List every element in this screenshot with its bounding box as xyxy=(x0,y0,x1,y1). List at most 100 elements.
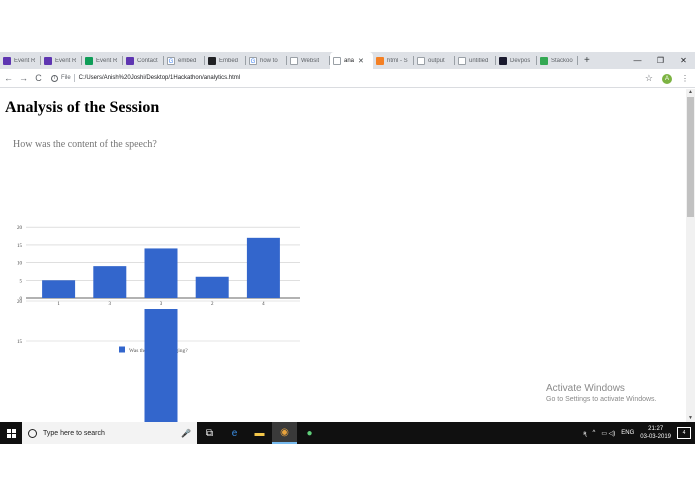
tab-title: Event R xyxy=(96,57,118,64)
scroll-up-arrow-icon[interactable]: ▲ xyxy=(686,89,695,96)
window-controls: — ❐ ✕ xyxy=(626,52,695,69)
people-icon[interactable]: ꭆ xyxy=(583,429,586,437)
y-tick-label: 10 xyxy=(17,262,23,267)
browser-tab[interactable]: Stackoo xyxy=(537,52,578,69)
windows-logo-icon xyxy=(6,428,16,438)
task-view-icon[interactable]: ⧉ xyxy=(197,422,222,444)
bar xyxy=(144,309,178,422)
profile-avatar[interactable]: A xyxy=(662,73,672,84)
chart-title: How was the content of the speech? xyxy=(13,139,157,150)
tab-favicon-icon xyxy=(417,56,425,65)
tab-favicon-icon xyxy=(458,56,466,65)
tab-title: html - S xyxy=(387,57,408,64)
taskbar: Type here to search 🎤 ⧉ e ▬ ◉ ● ꭆ ^ ▭ ◁) ENG… xyxy=(0,422,695,444)
browser-tab[interactable]: Contact xyxy=(123,52,164,69)
clock-time: 21:27 xyxy=(648,426,664,432)
tab-title: Stackoo xyxy=(551,57,573,64)
top-margin xyxy=(0,0,695,52)
y-tick-label: 20 xyxy=(17,226,23,231)
tab-title: Event R xyxy=(14,57,36,64)
back-button[interactable]: ← xyxy=(2,73,15,83)
browser-tab[interactable]: html - S xyxy=(373,52,414,69)
close-tab-icon[interactable]: ✕ xyxy=(358,57,364,65)
x-tick-label: 1 xyxy=(57,302,60,307)
tab-favicon-icon: G xyxy=(167,56,175,65)
clock[interactable]: 21:27 03-03-2019 xyxy=(640,425,671,441)
browser-tab[interactable]: Gembed xyxy=(164,52,205,69)
maximize-button[interactable]: ❐ xyxy=(649,52,672,69)
x-tick-label: 2 xyxy=(211,302,214,307)
bar xyxy=(42,280,76,298)
x-tick-label: 3 xyxy=(160,302,163,307)
notification-center-icon[interactable]: 4 xyxy=(677,427,691,439)
tab-favicon-icon xyxy=(126,56,134,65)
taskbar-apps: ⧉ e ▬ ◉ ● xyxy=(197,422,322,444)
edge-icon[interactable]: e xyxy=(222,422,247,444)
browser-tab[interactable]: Ghow to xyxy=(246,52,287,69)
file-explorer-icon[interactable]: ▬ xyxy=(247,422,272,444)
tab-favicon-icon xyxy=(85,56,93,65)
tab-title: how to xyxy=(260,57,278,64)
omnibox-divider xyxy=(73,74,75,82)
language-indicator[interactable]: ENG xyxy=(621,430,634,436)
tab-title: ana xyxy=(344,57,355,64)
browser-tab[interactable]: Event R xyxy=(0,52,41,69)
tab-title: Devpos xyxy=(510,57,531,64)
search-placeholder: Type here to search xyxy=(43,429,105,437)
tab-title: output xyxy=(428,57,445,64)
y-tick-label: 15 xyxy=(17,244,23,249)
tab-favicon-icon xyxy=(44,56,52,65)
bookmark-star-icon[interactable]: ☆ xyxy=(645,73,653,84)
y-tick-label: 20 xyxy=(17,300,23,305)
info-icon[interactable]: i xyxy=(51,74,58,82)
minimize-button[interactable]: — xyxy=(626,52,649,69)
tab-favicon-icon xyxy=(540,56,548,65)
tab-favicon-icon xyxy=(333,56,341,65)
taskbar-search[interactable]: Type here to search 🎤 xyxy=(22,422,197,444)
y-tick-label: 15 xyxy=(17,340,23,345)
tab-title: Event R xyxy=(55,57,77,64)
app-icon[interactable]: ● xyxy=(297,422,322,444)
url-text[interactable]: C:/Users/Anish%20Joshi/Desktop/1Hackatho… xyxy=(79,75,240,81)
browser-tab[interactable]: Websit xyxy=(287,52,330,69)
browser-tab[interactable]: Devpos xyxy=(496,52,537,69)
browser-tab[interactable]: Event R xyxy=(41,52,82,69)
scrollbar-thumb[interactable] xyxy=(687,97,694,217)
tray-status-icons[interactable]: ▭ ◁) xyxy=(601,430,615,437)
browser-tab[interactable]: output xyxy=(414,52,455,69)
browser-tab[interactable]: untitled xyxy=(455,52,496,69)
toolbar-right: ☆ A ⋮ xyxy=(645,69,689,88)
scheme-label: File xyxy=(61,75,71,81)
legend-swatch xyxy=(119,346,125,353)
tray-chevron-icon[interactable]: ^ xyxy=(593,430,596,436)
tab-title: Embed xyxy=(219,57,239,64)
browser-tab[interactable]: Embed xyxy=(205,52,246,69)
y-tick-label: 5 xyxy=(20,279,23,284)
browser-tab[interactable]: ana ✕ xyxy=(330,52,373,69)
tab-favicon-icon xyxy=(376,56,384,65)
scroll-down-arrow-icon[interactable]: ▼ xyxy=(686,415,695,422)
browser-tab[interactable]: Event R xyxy=(82,52,123,69)
close-window-button[interactable]: ✕ xyxy=(672,52,695,69)
start-button[interactable] xyxy=(0,422,22,444)
bar xyxy=(246,237,280,298)
watermark-subtitle: Go to Settings to activate Windows. xyxy=(546,396,657,403)
x-tick-label: 3 xyxy=(109,302,112,307)
vertical-scrollbar[interactable]: ▲ ▼ xyxy=(686,89,695,422)
menu-kebab-icon[interactable]: ⋮ xyxy=(681,74,689,83)
tab-favicon-icon xyxy=(3,56,11,65)
microphone-icon[interactable]: 🎤 xyxy=(181,429,191,438)
bar xyxy=(93,266,127,298)
x-tick-label: 4 xyxy=(262,302,265,307)
bar xyxy=(144,248,178,298)
omnibox[interactable]: i File C:/Users/Anish%20Joshi/Desktop/1H… xyxy=(51,74,240,82)
tab-strip: Event R Event R Event R Contact Gembed Embed G… xyxy=(0,52,695,69)
forward-button[interactable]: → xyxy=(17,73,30,83)
tab-title: untitled xyxy=(469,57,489,64)
chrome-icon[interactable]: ◉ xyxy=(272,422,297,444)
bottom-margin xyxy=(0,444,695,494)
tab-favicon-icon xyxy=(499,56,507,65)
reload-button[interactable]: C xyxy=(32,73,45,83)
system-tray: ꭆ ^ ▭ ◁) ENG 21:27 03-03-2019 4 xyxy=(583,425,695,441)
new-tab-button[interactable]: + xyxy=(584,55,590,66)
